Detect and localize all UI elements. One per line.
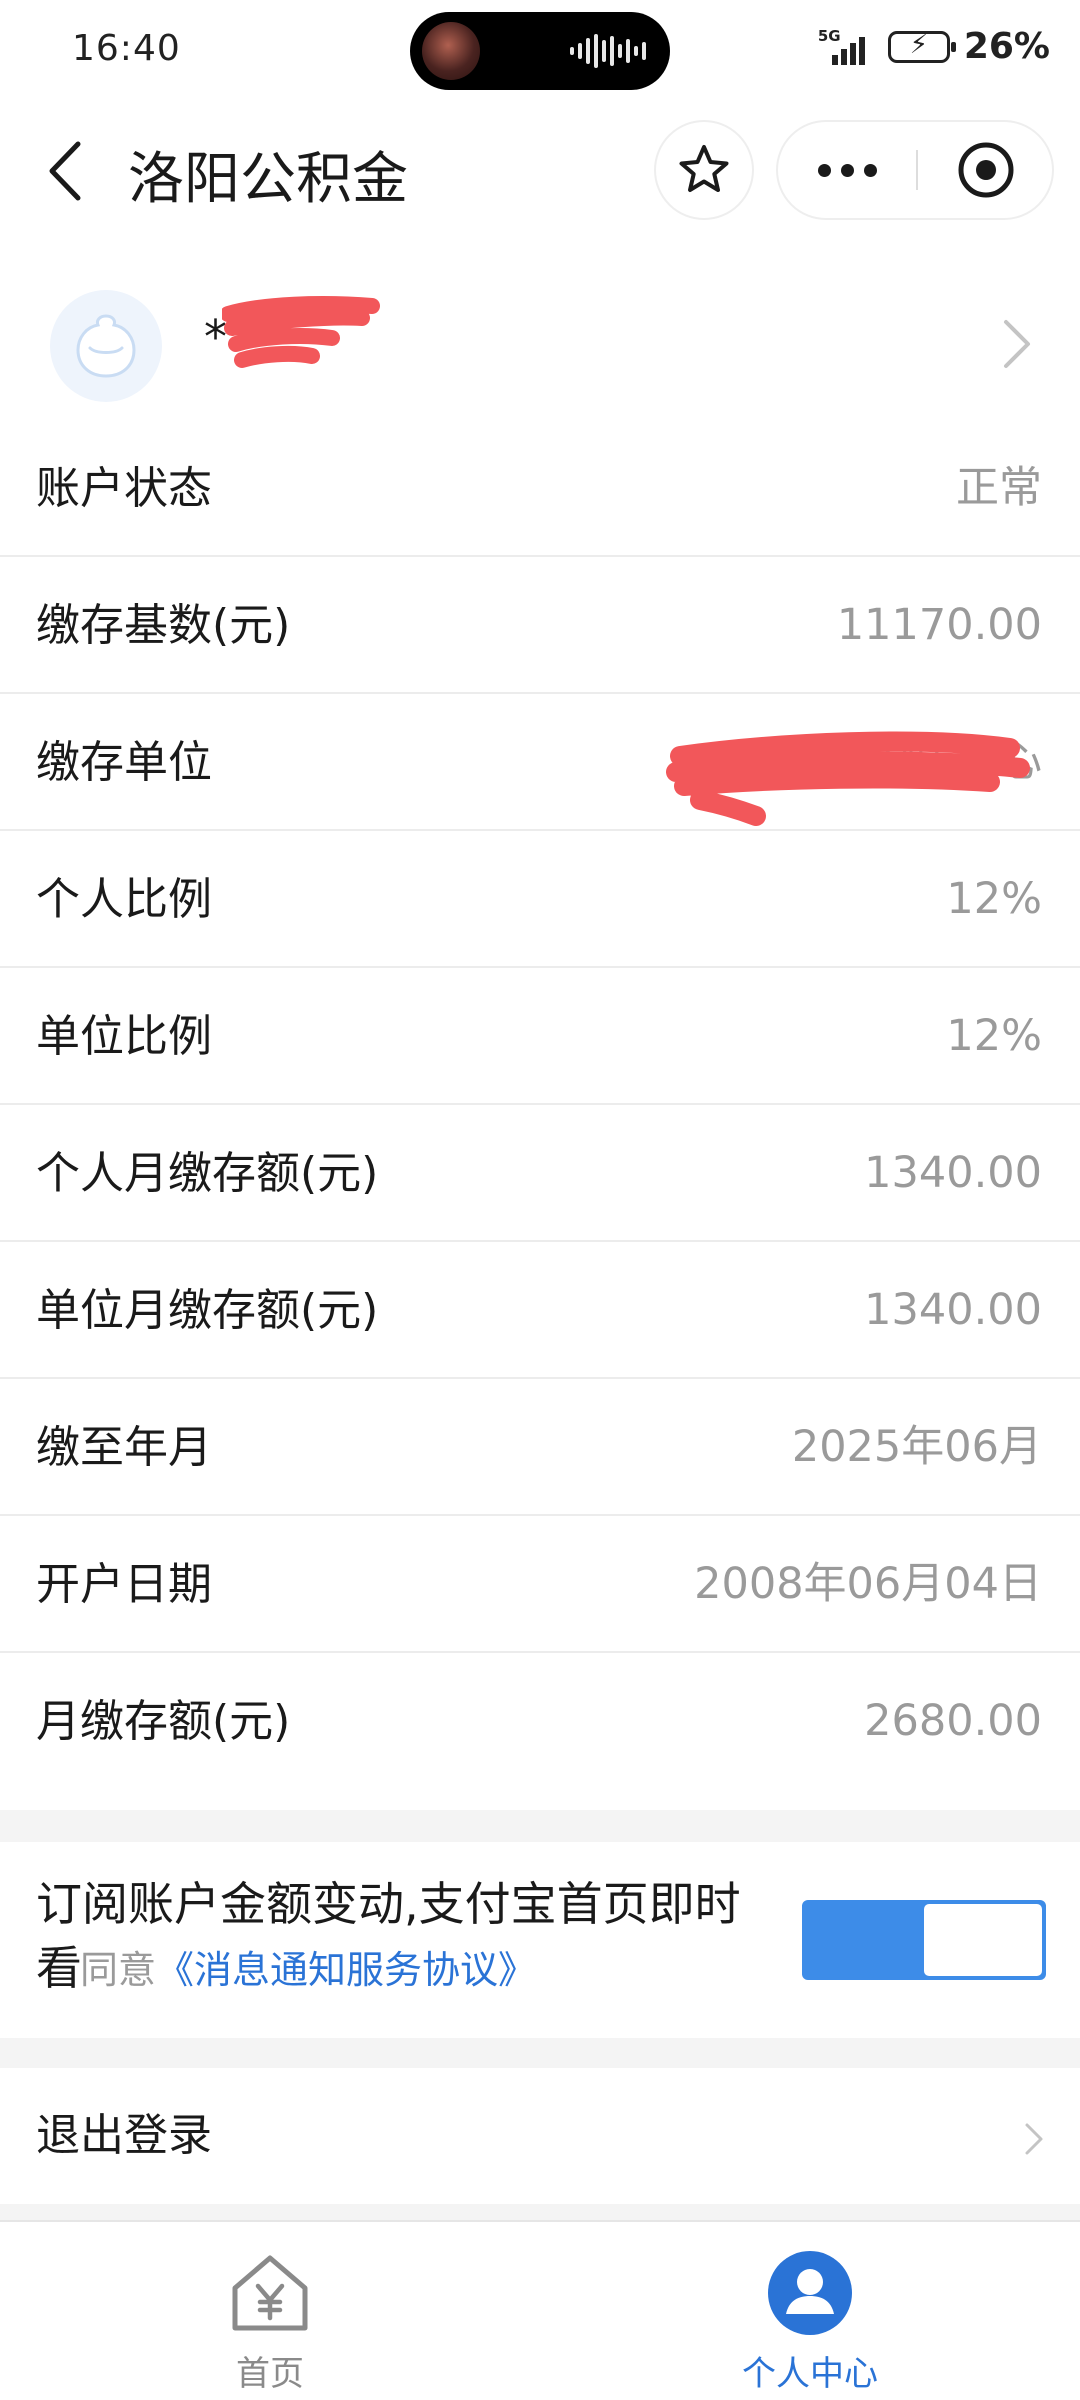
row-value: 2680.00 [864, 1696, 1042, 1746]
section-divider [0, 1810, 1080, 1842]
logout-row[interactable]: 退出登录 [0, 2068, 1080, 2204]
row-label: 账户状态 [36, 463, 212, 514]
avatar [50, 290, 162, 402]
nav-bar: 洛阳公积金 [0, 100, 1080, 240]
agreement-prefix: 同意 [80, 1948, 157, 1992]
battery-percent: 26% [963, 26, 1050, 67]
profile-row[interactable]: ** [0, 280, 1080, 420]
row-value: 12% [946, 874, 1042, 924]
more-button[interactable] [778, 122, 916, 218]
list-item: 月缴存额(元) 2680.00 [0, 1653, 1080, 1790]
tab-personal-center[interactable]: 个人中心 [680, 2248, 940, 2398]
subscribe-section: 订阅账户金额变动,支付宝首页即时 看 同意《消息通知服务协议》 [0, 1842, 1080, 2038]
list-item: 个人月缴存额(元) 1340.00 [0, 1105, 1080, 1242]
favorite-button[interactable] [654, 120, 754, 220]
home-yuan-icon [232, 2255, 308, 2331]
row-label: 缴至年月 [36, 1422, 212, 1473]
list-item: 缴至年月 2025年06月 [0, 1379, 1080, 1516]
logout-label: 退出登录 [36, 2110, 212, 2161]
row-label: 单位比例 [36, 1011, 212, 1062]
list-item: 账户状态 正常 [0, 420, 1080, 557]
dynamic-island[interactable] [410, 12, 670, 90]
list-item: 缴存基数(元) 11170.00 [0, 557, 1080, 694]
status-indicators: 5G ⚡ 26% [818, 26, 1050, 67]
star-icon [679, 145, 729, 192]
audio-wave-icon [570, 34, 646, 68]
row-label: 月缴存额(元) [36, 1696, 291, 1747]
tab-home[interactable]: 首页 [140, 2248, 400, 2398]
redaction-mark [666, 731, 1030, 826]
back-button[interactable] [36, 136, 96, 206]
row-label: 单位月缴存额(元) [36, 1285, 379, 1336]
back-icon [49, 141, 81, 201]
row-label: 开户日期 [36, 1559, 212, 1610]
row-label: 个人月缴存额(元) [36, 1148, 379, 1199]
tab-label: 首页 [236, 2354, 304, 2394]
row-value: 12% [946, 1011, 1042, 1061]
list-item: 开户日期 2008年06月04日 [0, 1516, 1080, 1653]
default-avatar-icon [76, 314, 136, 378]
mini-app-capsule [776, 120, 1054, 220]
battery-charging-icon: ⚡ [887, 30, 956, 63]
redaction-mark [222, 296, 380, 368]
page-title: 洛阳公积金 [128, 147, 408, 212]
list-item: 单位比例 12% [0, 968, 1080, 1105]
now-playing-avatar [422, 22, 480, 80]
subscribe-title: 订阅账户金额变动,支付宝首页即时 [36, 1877, 741, 1931]
row-value: 1340.00 [864, 1285, 1042, 1335]
list-item: 缴存单位 洛阳 中心 [0, 694, 1080, 831]
more-icon [817, 163, 831, 177]
agreement-text: 同意《消息通知服务协议》 [80, 1944, 537, 1996]
subscribe-title-overflow: 看 [36, 1941, 82, 1995]
toggle-knob [924, 1904, 1042, 1976]
status-time: 16:40 [72, 28, 181, 69]
list-item: 个人比例 12% [0, 831, 1080, 968]
row-value: 正常 [956, 463, 1042, 513]
section-divider [0, 2204, 1080, 2220]
chevron-right-icon [1025, 2123, 1043, 2155]
row-value: 1340.00 [864, 1148, 1042, 1198]
tab-bar: 首页 个人中心 [0, 2220, 1080, 2400]
list-item: 单位月缴存额(元) 1340.00 [0, 1242, 1080, 1379]
row-label: 缴存单位 [36, 737, 212, 788]
close-target-icon [958, 142, 1014, 198]
person-icon [768, 2251, 852, 2335]
signal-icon: 5G [818, 27, 874, 67]
agreement-link[interactable]: 《消息通知服务协议》 [156, 1948, 536, 1992]
row-label: 缴存基数(元) [36, 600, 291, 651]
row-value: 11170.00 [836, 600, 1042, 650]
close-button[interactable] [918, 122, 1054, 218]
status-bar: 16:40 5G ⚡ 26% [0, 0, 1080, 100]
row-value: 2008年06月04日 [694, 1559, 1042, 1609]
section-divider [0, 2038, 1080, 2068]
account-info-list: 账户状态 正常 缴存基数(元) 11170.00 缴存单位 洛阳 中心 个人比例… [0, 420, 1080, 1790]
chevron-right-icon [1004, 320, 1030, 368]
subscribe-toggle[interactable] [802, 1900, 1046, 1980]
tab-label: 个人中心 [742, 2354, 878, 2394]
row-label: 个人比例 [36, 874, 212, 925]
row-value: 2025年06月 [791, 1422, 1042, 1472]
